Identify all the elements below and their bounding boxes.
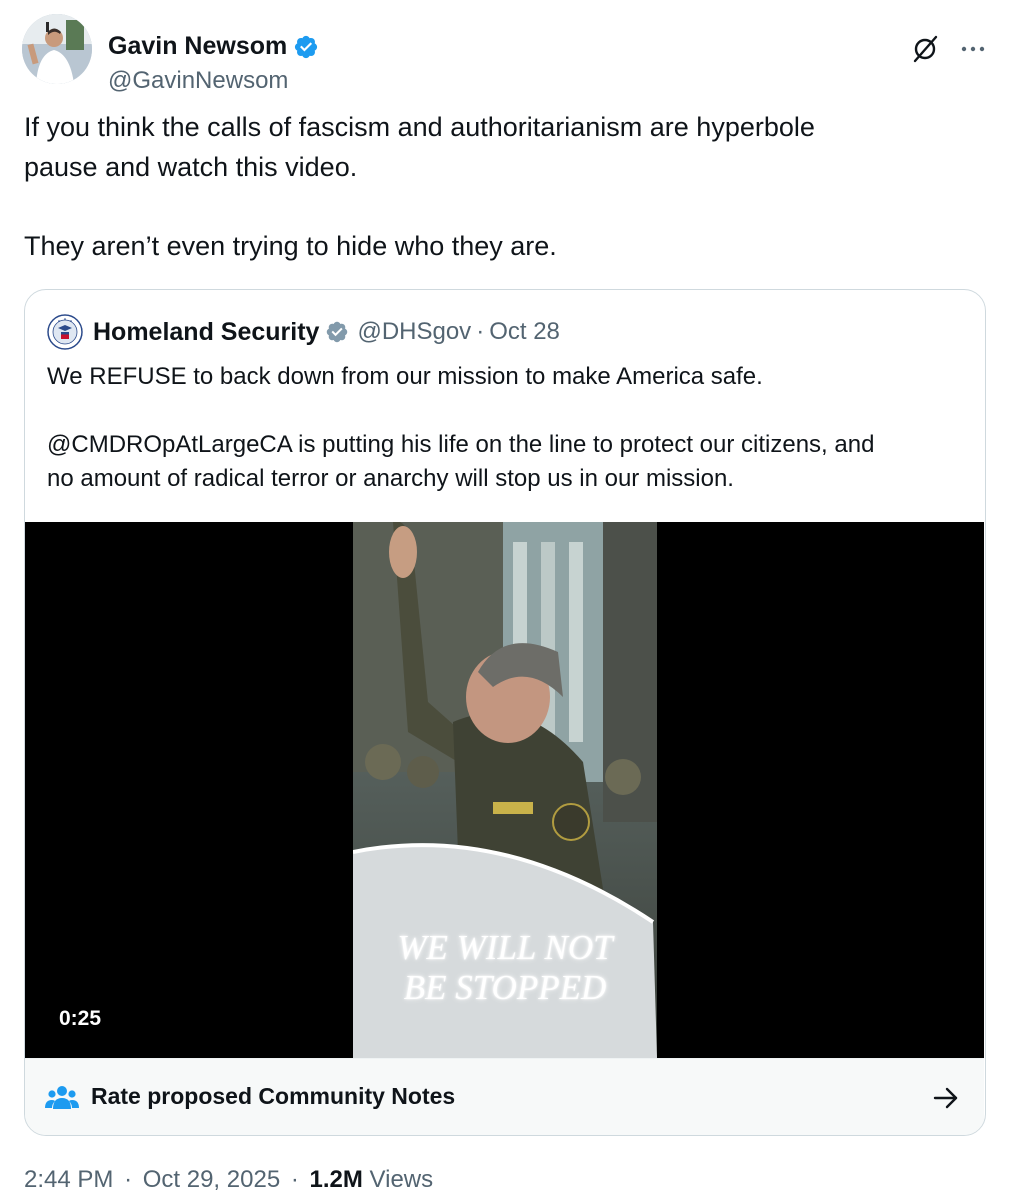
caption-line: BE STOPPED [403, 968, 607, 1007]
tweet-time[interactable]: 2:44 PM [24, 1166, 113, 1193]
video-caption: WE WILL NOT BE STOPPED [353, 928, 657, 1008]
tweet-text-line: They aren’t even trying to hide who they… [24, 230, 557, 261]
author-avatar[interactable] [22, 14, 92, 84]
quoted-tweet-header: Homeland Security @DHSgov · Oct 28 [47, 314, 560, 350]
quoted-date[interactable]: Oct 28 [489, 318, 560, 346]
dhs-seal-avatar[interactable] [47, 314, 83, 350]
community-notes-label[interactable]: Rate proposed Community Notes [91, 1083, 455, 1110]
community-notes-bar[interactable]: Rate proposed Community Notes [25, 1058, 984, 1135]
tweet-text-line: pause and watch this video. [24, 151, 358, 182]
quoted-tweet[interactable]: Homeland Security @DHSgov · Oct 28 We RE… [24, 289, 986, 1136]
government-badge-icon [327, 321, 348, 343]
tweet-header: Gavin Newsom @GavinNewsom [22, 14, 992, 94]
caption-line: WE WILL NOT [397, 928, 613, 967]
tweet-text: If you think the calls of fascism and au… [24, 108, 984, 266]
quoted-tweet-text: We REFUSE to back down from our mission … [47, 360, 967, 496]
quoted-handle[interactable]: @DHSgov [357, 318, 471, 346]
quoted-text-line: @CMDROpAtLargeCA is putting his life on … [47, 431, 875, 458]
author-name-row: Gavin Newsom [108, 32, 319, 61]
views-count: 1.2M [309, 1166, 363, 1193]
video-duration: 0:25 [59, 1007, 102, 1030]
video-frame[interactable]: WE WILL NOT BE STOPPED [353, 522, 657, 1058]
quoted-text-line: We REFUSE to back down from our mission … [47, 363, 763, 390]
more-icon[interactable] [958, 34, 988, 64]
separator-dot: · [124, 1166, 133, 1193]
author-display-name[interactable]: Gavin Newsom [108, 32, 287, 61]
video-player[interactable]: WE WILL NOT BE STOPPED 0:25 [25, 522, 984, 1058]
verified-badge-icon [295, 35, 318, 58]
arrow-right-icon[interactable] [931, 1083, 961, 1113]
separator-dot: · [476, 318, 485, 345]
views-label: Views [369, 1166, 434, 1193]
people-icon [45, 1086, 79, 1109]
grok-icon[interactable] [910, 34, 940, 64]
separator-dot: · [290, 1166, 299, 1193]
quoted-display-name[interactable]: Homeland Security [93, 318, 319, 347]
quoted-text-line: no amount of radical terror or anarchy w… [47, 465, 734, 492]
tweet-date[interactable]: Oct 29, 2025 [143, 1166, 280, 1193]
author-handle[interactable]: @GavinNewsom [108, 67, 288, 95]
tweet-meta: 2:44 PM · Oct 29, 2025 · 1.2M Views [24, 1166, 433, 1194]
tweet-text-line: If you think the calls of fascism and au… [24, 112, 815, 142]
